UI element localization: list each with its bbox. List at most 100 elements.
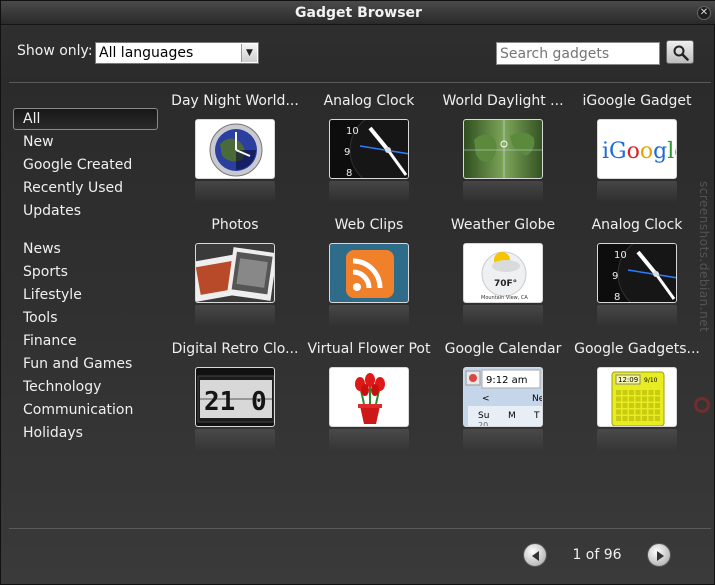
arrow-right-icon <box>657 551 664 561</box>
svg-text:21 0: 21 0 <box>204 387 267 417</box>
sidebar-item-technology[interactable]: Technology <box>13 376 158 398</box>
thumbnail-reflection <box>597 181 677 203</box>
footer-divider <box>9 528 711 529</box>
calendar-thumbnail[interactable]: 9:12 am < Ne Su M T 20 <box>463 367 543 427</box>
language-select[interactable]: All languages ▼ <box>95 42 259 64</box>
analog-clock-thumbnail[interactable]: 10 9 8 <box>329 119 409 179</box>
sidebar-item-news[interactable]: News <box>13 238 158 260</box>
svg-text:9: 9 <box>612 271 618 282</box>
gadget-name: Google Calendar <box>444 341 562 357</box>
arrow-left-icon <box>532 551 539 561</box>
gadget-tile[interactable]: Weather Globe 70F° Mountain View, CA <box>436 217 570 337</box>
pagination: 1 of 96 <box>1 531 715 581</box>
daylight-map-thumbnail[interactable] <box>463 119 543 179</box>
sidebar-item-sports[interactable]: Sports <box>13 261 158 283</box>
title-bar: Gadget Browser ✕ <box>1 1 715 25</box>
svg-text:12:09: 12:09 <box>618 376 638 384</box>
sidebar-item-all[interactable]: All <box>13 108 158 130</box>
gadget-name: Analog Clock <box>591 217 683 233</box>
igoogle-logo-thumbnail[interactable]: iGoogle <box>597 119 677 179</box>
sidebar-item-new[interactable]: New <box>13 131 158 153</box>
svg-text:10: 10 <box>346 126 359 137</box>
sidebar-item-communication[interactable]: Communication <box>13 399 158 421</box>
sidebar-item-lifestyle[interactable]: Lifestyle <box>13 284 158 306</box>
svg-text:70F°: 70F° <box>494 279 517 289</box>
svg-text:20: 20 <box>478 421 488 427</box>
svg-text:8: 8 <box>614 292 620 303</box>
svg-text:Mountain View, CA: Mountain View, CA <box>481 295 528 301</box>
thumbnail-reflection <box>463 429 543 451</box>
search-input[interactable] <box>496 42 660 65</box>
watermark: screenshots.debian.net <box>697 181 711 333</box>
svg-text:9/10: 9/10 <box>644 377 658 384</box>
sidebar-item-finance[interactable]: Finance <box>13 330 158 352</box>
sidebar-item-updates[interactable]: Updates <box>13 200 158 222</box>
sidebar-item-recently-used[interactable]: Recently Used <box>13 177 158 199</box>
flower-pot-thumbnail[interactable] <box>329 367 409 427</box>
show-only-label: Show only: <box>17 43 93 59</box>
gadget-tile[interactable]: Digital Retro Clo... 21 0 <box>168 341 302 461</box>
svg-text:10: 10 <box>614 250 627 261</box>
close-icon[interactable]: ✕ <box>697 6 711 20</box>
gadget-name: Analog Clock <box>323 93 415 109</box>
analog-clock-thumbnail[interactable]: 10 9 8 <box>597 243 677 303</box>
gadget-tile[interactable]: Analog Clock 10 9 8 <box>570 217 704 337</box>
next-page-button[interactable] <box>647 543 671 567</box>
search-button[interactable] <box>666 40 694 64</box>
svg-text:M: M <box>508 411 516 421</box>
gadget-tile[interactable]: Photos <box>168 217 302 337</box>
gadget-tile[interactable]: Day Night World... <box>168 93 302 213</box>
thumbnail-reflection <box>195 181 275 203</box>
chevron-down-icon[interactable]: ▼ <box>241 44 257 62</box>
sidebar-item-fun-and-games[interactable]: Fun and Games <box>13 353 158 375</box>
sidebar-item-tools[interactable]: Tools <box>13 307 158 329</box>
gadget-name: Photos <box>211 217 259 233</box>
globe-clock-thumbnail[interactable] <box>195 119 275 179</box>
svg-text:9:12 am: 9:12 am <box>486 375 528 386</box>
gadget-tile[interactable]: Google Calendar 9:12 am < Ne Su M T 20 <box>436 341 570 461</box>
svg-text:iGoogle: iGoogle <box>602 139 677 164</box>
sidebar-item-holidays[interactable]: Holidays <box>13 422 158 444</box>
gadget-name: Digital Retro Clo... <box>171 341 299 357</box>
header-divider <box>9 82 711 83</box>
gadget-name: Day Night World... <box>171 93 299 109</box>
gadget-tile[interactable]: Web Clips <box>302 217 436 337</box>
gadget-tile[interactable]: iGoogle Gadget iGoogle <box>570 93 704 213</box>
thumbnail-reflection <box>195 305 275 327</box>
photos-thumbnail[interactable] <box>195 243 275 303</box>
thumbnail-reflection <box>463 305 543 327</box>
thumbnail-reflection <box>597 305 677 327</box>
gadget-name: Google Gadgets... <box>574 341 700 357</box>
gadget-name: Virtual Flower Pot <box>307 341 431 357</box>
gadget-name: Web Clips <box>334 217 404 233</box>
thumbnail-reflection <box>329 305 409 327</box>
filter-bar: Show only: All languages ▼ <box>1 25 715 83</box>
watermark-logo-icon <box>694 397 710 413</box>
gadget-tile[interactable]: Google Gadgets... 12:09 9/10 <box>570 341 704 461</box>
svg-text:9: 9 <box>344 147 350 158</box>
gadgets-calendar-thumbnail[interactable]: 12:09 9/10 <box>597 367 677 427</box>
svg-text:<: < <box>482 394 490 404</box>
svg-text:Su: Su <box>478 411 489 421</box>
thumbnail-reflection <box>329 429 409 451</box>
thumbnail-reflection <box>329 181 409 203</box>
gadget-name: iGoogle Gadget <box>582 93 692 109</box>
rss-thumbnail[interactable] <box>329 243 409 303</box>
search-icon <box>673 45 689 61</box>
gadget-tile[interactable]: World Daylight ... <box>436 93 570 213</box>
window-title: Gadget Browser <box>295 5 422 21</box>
retro-clock-thumbnail[interactable]: 21 0 <box>195 367 275 427</box>
svg-text:Ne: Ne <box>532 394 543 404</box>
sidebar-item-google-created[interactable]: Google Created <box>13 154 158 176</box>
gadget-tile[interactable]: Analog Clock 10 9 8 <box>302 93 436 213</box>
language-select-value: All languages <box>99 45 194 61</box>
weather-globe-thumbnail[interactable]: 70F° Mountain View, CA <box>463 243 543 303</box>
svg-text:8: 8 <box>346 168 352 179</box>
gadget-tile[interactable]: Virtual Flower Pot <box>302 341 436 461</box>
page-indicator: 1 of 96 <box>572 547 622 563</box>
prev-page-button[interactable] <box>523 543 547 567</box>
thumbnail-reflection <box>597 429 677 451</box>
thumbnail-reflection <box>463 181 543 203</box>
svg-text:T: T <box>533 411 540 421</box>
gadget-name: Weather Globe <box>450 217 556 233</box>
